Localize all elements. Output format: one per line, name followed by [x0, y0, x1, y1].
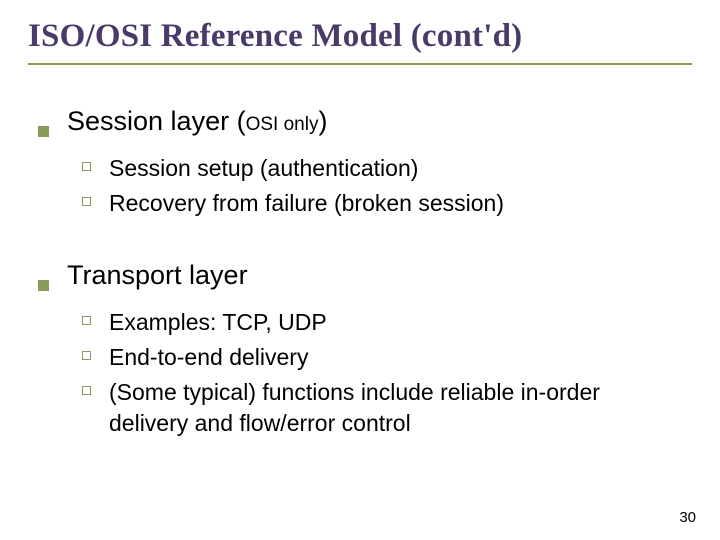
section-heading: Session layer (OSI only): [67, 105, 327, 139]
sub-bullet-group: Session setup (authentication) Recovery …: [82, 153, 692, 219]
page-number: 30: [679, 509, 696, 526]
sub-bullet-group: Examples: TCP, UDP End-to-end delivery (…: [82, 307, 692, 439]
bullet-level1: Transport layer: [38, 259, 692, 293]
square-bullet-icon: [38, 280, 49, 291]
sub-item-text: Session setup (authentication): [109, 153, 418, 184]
heading-text-pre: Session layer (: [67, 106, 246, 136]
title-rule: [28, 63, 692, 65]
slide-title: ISO/OSI Reference Model (cont'd): [28, 18, 692, 55]
slide: ISO/OSI Reference Model (cont'd) Session…: [0, 0, 720, 540]
open-square-bullet-icon: [82, 162, 91, 171]
open-square-bullet-icon: [82, 197, 91, 206]
bullet-level2: Recovery from failure (broken session): [82, 188, 692, 219]
heading-text-pre: Transport layer: [67, 260, 248, 290]
open-square-bullet-icon: [82, 351, 91, 360]
sub-item-text: Recovery from failure (broken session): [109, 188, 504, 219]
bullet-level2: Session setup (authentication): [82, 153, 692, 184]
sub-item-text: End-to-end delivery: [109, 342, 308, 373]
section-heading: Transport layer: [67, 259, 248, 293]
square-bullet-icon: [38, 126, 49, 137]
heading-text-sub: OSI only: [246, 114, 319, 135]
bullet-level2: Examples: TCP, UDP: [82, 307, 692, 338]
sub-item-text: Examples: TCP, UDP: [109, 307, 327, 338]
bullet-level2: End-to-end delivery: [82, 342, 692, 373]
open-square-bullet-icon: [82, 386, 91, 395]
sub-item-text: (Some typical) functions include reliabl…: [109, 377, 679, 439]
bullet-level2: (Some typical) functions include reliabl…: [82, 377, 692, 439]
slide-content: Session layer (OSI only) Session setup (…: [28, 105, 692, 439]
heading-text-post: ): [318, 106, 327, 136]
bullet-level1: Session layer (OSI only): [38, 105, 692, 139]
open-square-bullet-icon: [82, 316, 91, 325]
